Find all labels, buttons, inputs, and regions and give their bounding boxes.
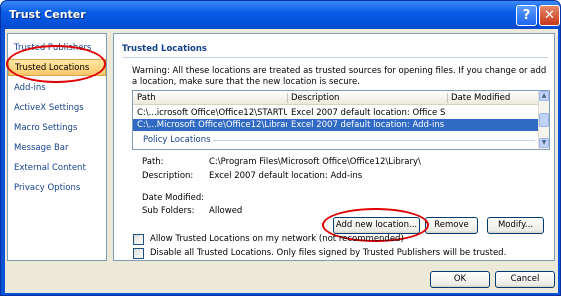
- security-warning: Warning: All these locations are treated…: [132, 66, 547, 87]
- sub-folders-label: Sub Folders:: [142, 206, 195, 216]
- sidebar-item-message-bar[interactable]: Message Bar: [8, 140, 106, 157]
- sub-folders-value: Allowed: [209, 206, 243, 216]
- path-value: C:\Program Files\Microsoft Office\Office…: [209, 157, 421, 167]
- description-value: Excel 2007 default location: Add-ins: [209, 171, 363, 181]
- scroll-thumb[interactable]: [539, 113, 549, 127]
- help-button[interactable]: ?: [516, 5, 537, 26]
- group-divider: [213, 140, 535, 141]
- trusted-locations-panel: Trusted Locations Warning: All these loc…: [113, 33, 555, 261]
- row-path: C:\...Microsoft Office\Office12\Library\: [137, 120, 287, 130]
- window-title: Trust Center: [9, 8, 86, 21]
- sidebar-item-external-content[interactable]: External Content: [8, 160, 106, 177]
- allow-network-locations-checkbox[interactable]: [133, 234, 144, 245]
- sidebar-item-macro-settings[interactable]: Macro Settings: [8, 120, 106, 137]
- column-divider: [447, 93, 448, 103]
- scroll-up-icon[interactable]: ▲: [539, 91, 549, 101]
- remove-button[interactable]: Remove: [425, 217, 478, 234]
- ok-button[interactable]: OK: [430, 271, 490, 288]
- group-label: Policy Locations: [143, 135, 211, 145]
- add-new-location-button[interactable]: Add new location...: [333, 217, 420, 234]
- cancel-button[interactable]: Cancel: [495, 271, 555, 288]
- sidebar-item-trusted-locations[interactable]: Trusted Locations: [8, 59, 106, 76]
- sidebar-item-add-ins[interactable]: Add-ins: [8, 80, 106, 97]
- close-button[interactable]: ✕: [539, 5, 560, 26]
- table-header: Path Description Date Modified: [133, 91, 539, 105]
- disable-trusted-locations-label[interactable]: Disable all Trusted Locations. Only file…: [150, 248, 506, 258]
- allow-network-locations-label[interactable]: Allow Trusted Locations on my network (n…: [150, 234, 404, 244]
- section-title: Trusted Locations: [122, 44, 207, 54]
- sidebar-item-privacy-options[interactable]: Privacy Options: [8, 180, 106, 197]
- column-header-path[interactable]: Path: [137, 93, 156, 103]
- column-divider: [287, 93, 288, 103]
- dialog-client: Trusted Publishers Trusted Locations Add…: [5, 29, 558, 293]
- row-path: C:\...icrosoft Office\Office12\STARTUP\: [137, 108, 287, 118]
- sidebar-item-activex-settings[interactable]: ActiveX Settings: [8, 100, 106, 117]
- sidebar-item-trusted-publishers[interactable]: Trusted Publishers: [8, 40, 106, 57]
- title-bar[interactable]: Trust Center ? ✕: [1, 1, 560, 29]
- column-header-description[interactable]: Description: [291, 93, 339, 103]
- disable-trusted-locations-checkbox[interactable]: [133, 248, 144, 259]
- trust-center-window: Trust Center ? ✕ Trusted Publishers Trus…: [0, 0, 561, 296]
- date-modified-label: Date Modified:: [142, 193, 205, 203]
- section-divider: [122, 57, 548, 58]
- column-header-date-modified[interactable]: Date Modified: [451, 93, 510, 103]
- table-row-selected[interactable]: C:\...Microsoft Office\Office12\Library\…: [133, 119, 539, 131]
- sidebar-nav: Trusted Publishers Trusted Locations Add…: [7, 33, 107, 261]
- table-row[interactable]: C:\...icrosoft Office\Office12\STARTUP\ …: [133, 107, 539, 119]
- row-description: Excel 2007 default location: Office St..…: [291, 108, 445, 118]
- path-label: Path:: [142, 157, 164, 167]
- row-description: Excel 2007 default location: Add-ins: [291, 120, 445, 130]
- modify-button[interactable]: Modify...: [487, 217, 544, 234]
- description-label: Description:: [142, 171, 194, 181]
- table-scrollbar[interactable]: ▲ ▼: [538, 91, 549, 149]
- locations-table[interactable]: Path Description Date Modified C:\...icr…: [132, 90, 550, 150]
- scroll-down-icon[interactable]: ▼: [539, 138, 549, 148]
